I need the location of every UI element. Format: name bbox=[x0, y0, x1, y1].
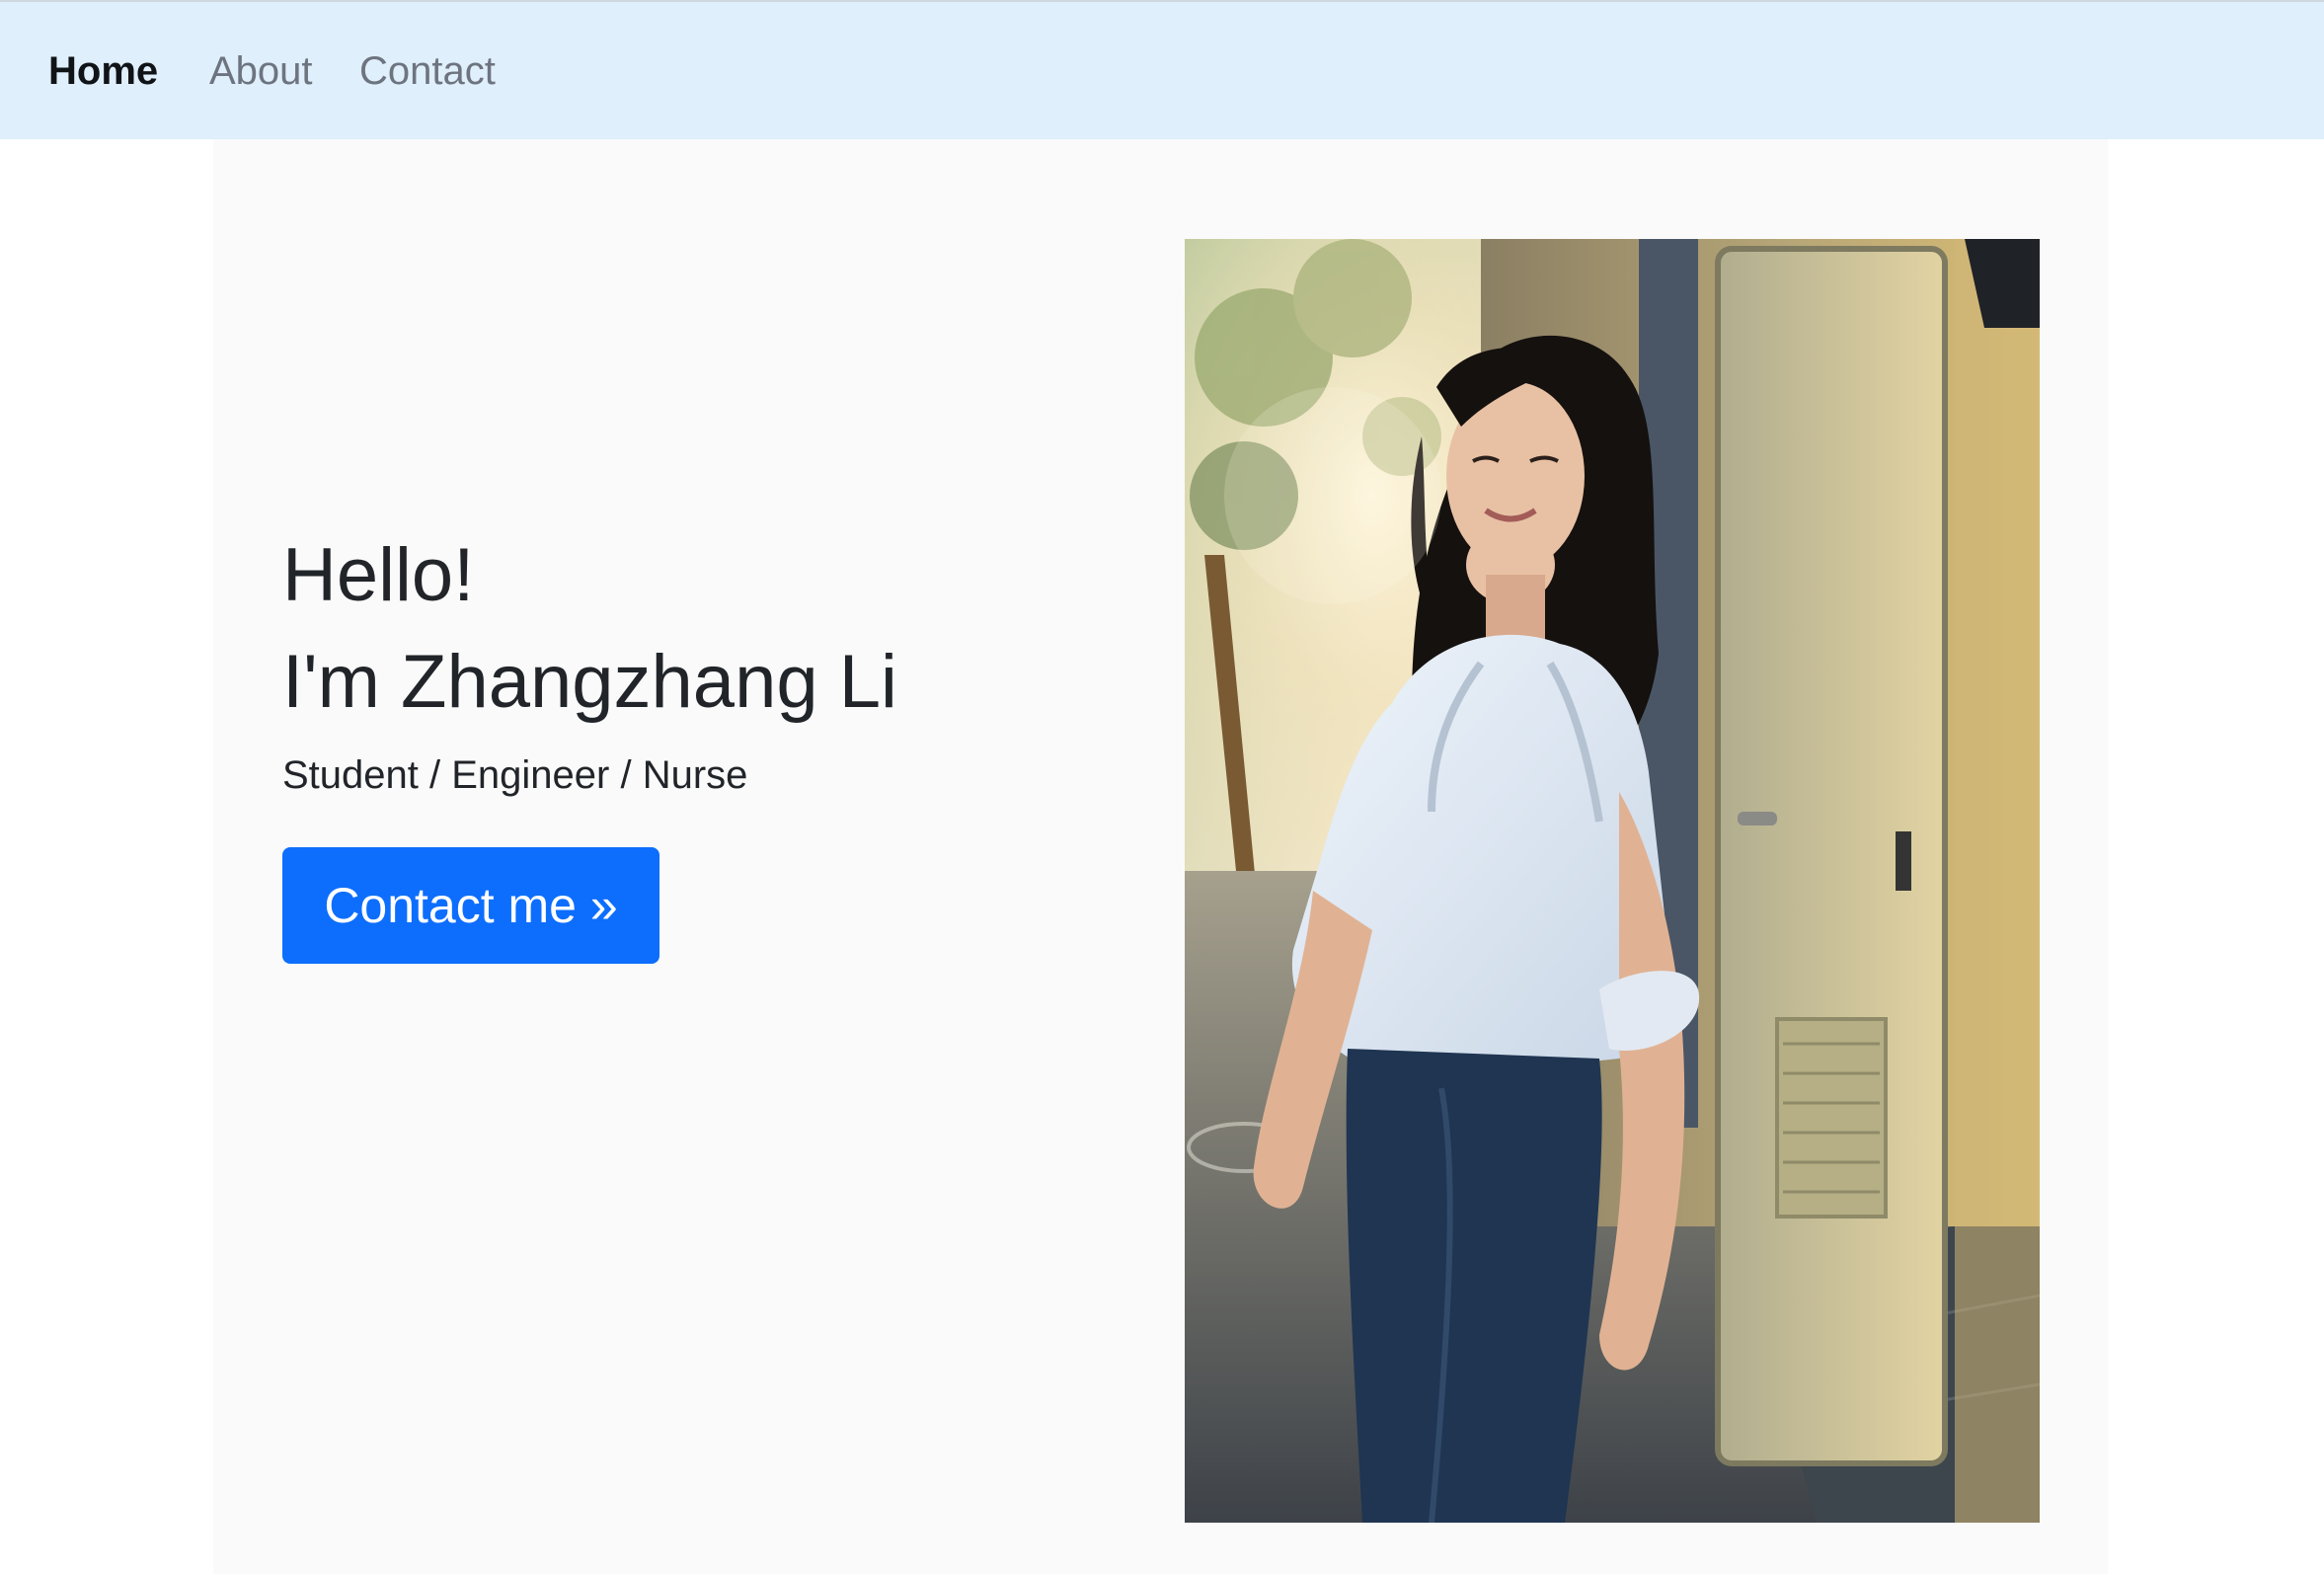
profile-photo bbox=[1185, 239, 2040, 1523]
hero-roles: Student / Engineer / Nurse bbox=[282, 753, 748, 797]
hero-greeting: Hello! bbox=[282, 533, 475, 617]
nav-about-link[interactable]: About bbox=[209, 51, 313, 91]
nav-contact-link[interactable]: Contact bbox=[359, 51, 496, 91]
profile-photo-illustration bbox=[1185, 239, 2040, 1523]
hero-name: I'm Zhangzhang Li bbox=[282, 640, 897, 724]
nav-home-link[interactable]: Home bbox=[48, 51, 158, 91]
top-navbar: Home About Contact bbox=[0, 0, 2324, 139]
contact-me-button[interactable]: Contact me » bbox=[282, 847, 659, 964]
